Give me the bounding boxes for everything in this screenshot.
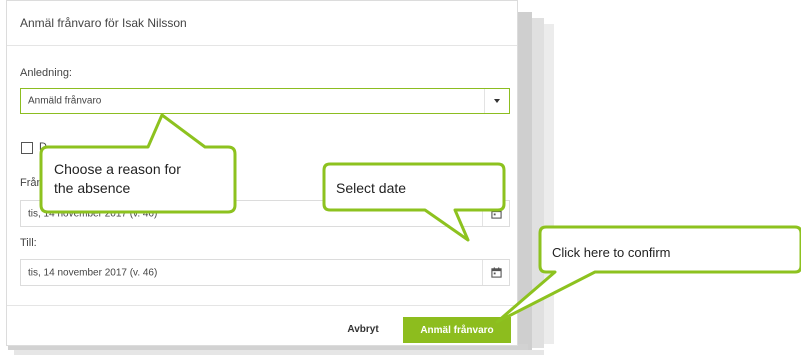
- date-callout-bubble: [322, 162, 506, 242]
- confirm-callout-bubble: [495, 225, 801, 324]
- confirm-callout-text: Click here to confirm: [552, 245, 671, 260]
- reason-callout-text-1: Choose a reason for: [54, 161, 181, 177]
- date-callout-text: Select date: [336, 180, 407, 196]
- reason-callout-text-2: the absence: [54, 180, 131, 196]
